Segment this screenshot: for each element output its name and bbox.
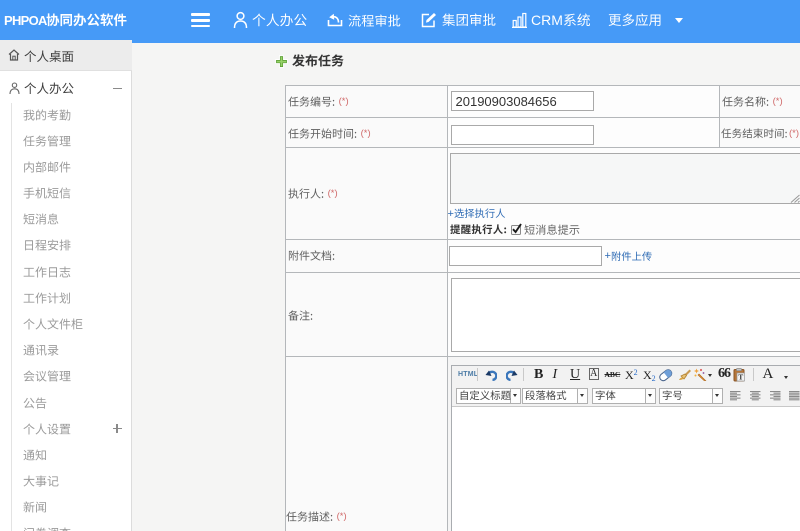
svg-text:T: T — [738, 372, 743, 381]
